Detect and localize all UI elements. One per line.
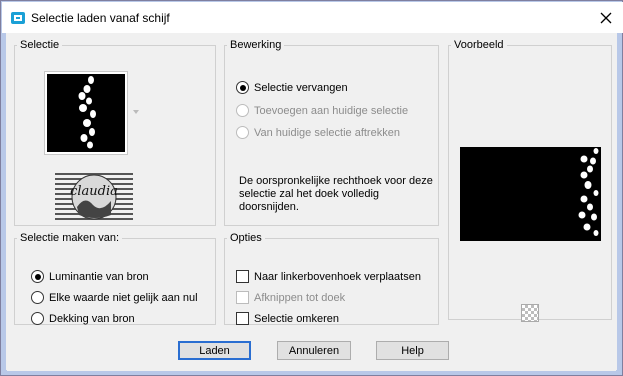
radio-label: Elke waarde niet gelijk aan nul — [49, 291, 198, 304]
window-title: Selectie laden vanaf schijf — [31, 11, 170, 25]
radio-label: Van huidige selectie aftrekken — [254, 126, 400, 139]
checkbox-label: Afknippen tot doek — [254, 291, 346, 304]
radio-indicator[interactable] — [31, 312, 44, 325]
opties-legend: Opties — [230, 232, 262, 244]
dropdown-arrow-icon — [133, 110, 139, 114]
dialog-body: Selectie claudia Bewerking Selectie verv… — [7, 33, 616, 371]
radio-indicator — [236, 126, 249, 139]
radio-luminantie[interactable]: Luminantie van bron — [31, 270, 149, 283]
checkbox-indicator[interactable] — [236, 270, 249, 283]
radio-selectie-vervangen[interactable]: Selectie vervangen — [236, 81, 348, 94]
selection-thumbnail[interactable] — [44, 71, 139, 155]
radio-label: Dekking van bron — [49, 312, 135, 325]
check-linkerbovenhoek[interactable]: Naar linkerbovenhoek verplaatsen — [236, 270, 421, 283]
voorbeeld-group: Voorbeeld — [448, 39, 612, 322]
bewerking-group: Bewerking Selectie vervangen Toevoegen a… — [224, 39, 439, 226]
logo-text: claudia — [70, 184, 118, 199]
dialog-window: Selectie laden vanaf schijf Selectie cla… — [0, 0, 623, 376]
radio-niet-nul[interactable]: Elke waarde niet gelijk aan nul — [31, 291, 198, 304]
load-button[interactable]: Laden — [178, 341, 251, 360]
radio-label: Selectie vervangen — [254, 81, 348, 94]
selectie-legend: Selectie — [20, 39, 60, 51]
check-omkeren[interactable]: Selectie omkeren — [236, 312, 339, 325]
radio-indicator — [236, 104, 249, 117]
checkbox-indicator — [236, 291, 249, 304]
checkbox-indicator[interactable] — [236, 312, 249, 325]
selectie-group: Selectie claudia — [14, 39, 216, 226]
author-logo: claudia — [55, 171, 133, 223]
selectie-maken-legend: Selectie maken van: — [20, 232, 120, 244]
radio-dekking[interactable]: Dekking van bron — [31, 312, 135, 325]
radio-label: Toevoegen aan huidige selectie — [254, 104, 409, 117]
opties-group: Opties Naar linkerbovenhoek verplaatsen … — [224, 232, 439, 325]
close-button[interactable] — [595, 8, 617, 28]
bewerking-legend: Bewerking — [230, 39, 282, 51]
radio-aftrekken: Van huidige selectie aftrekken — [236, 126, 400, 139]
checkbox-label: Selectie omkeren — [254, 312, 339, 325]
radio-indicator[interactable] — [31, 270, 44, 283]
info-note: De oorspronkelijke rechthoek voor deze s… — [239, 175, 433, 213]
transparency-toggle-icon[interactable] — [521, 304, 539, 322]
preview-canvas — [460, 147, 601, 241]
close-icon — [600, 12, 612, 24]
help-button[interactable]: Help — [376, 341, 449, 360]
radio-indicator[interactable] — [236, 81, 249, 94]
cancel-button[interactable]: Annuleren — [277, 341, 351, 360]
selectie-maken-group: Selectie maken van: Luminantie van bron … — [14, 232, 216, 325]
radio-label: Luminantie van bron — [49, 270, 149, 283]
voorbeeld-legend: Voorbeeld — [454, 39, 504, 51]
checkbox-label: Naar linkerbovenhoek verplaatsen — [254, 270, 421, 283]
selection-preview-image — [47, 74, 125, 152]
check-afknippen: Afknippen tot doek — [236, 291, 345, 304]
title-bar[interactable]: Selectie laden vanaf schijf — [2, 2, 623, 33]
radio-toevoegen: Toevoegen aan huidige selectie — [236, 104, 408, 117]
radio-indicator[interactable] — [31, 291, 44, 304]
app-icon — [11, 12, 25, 24]
